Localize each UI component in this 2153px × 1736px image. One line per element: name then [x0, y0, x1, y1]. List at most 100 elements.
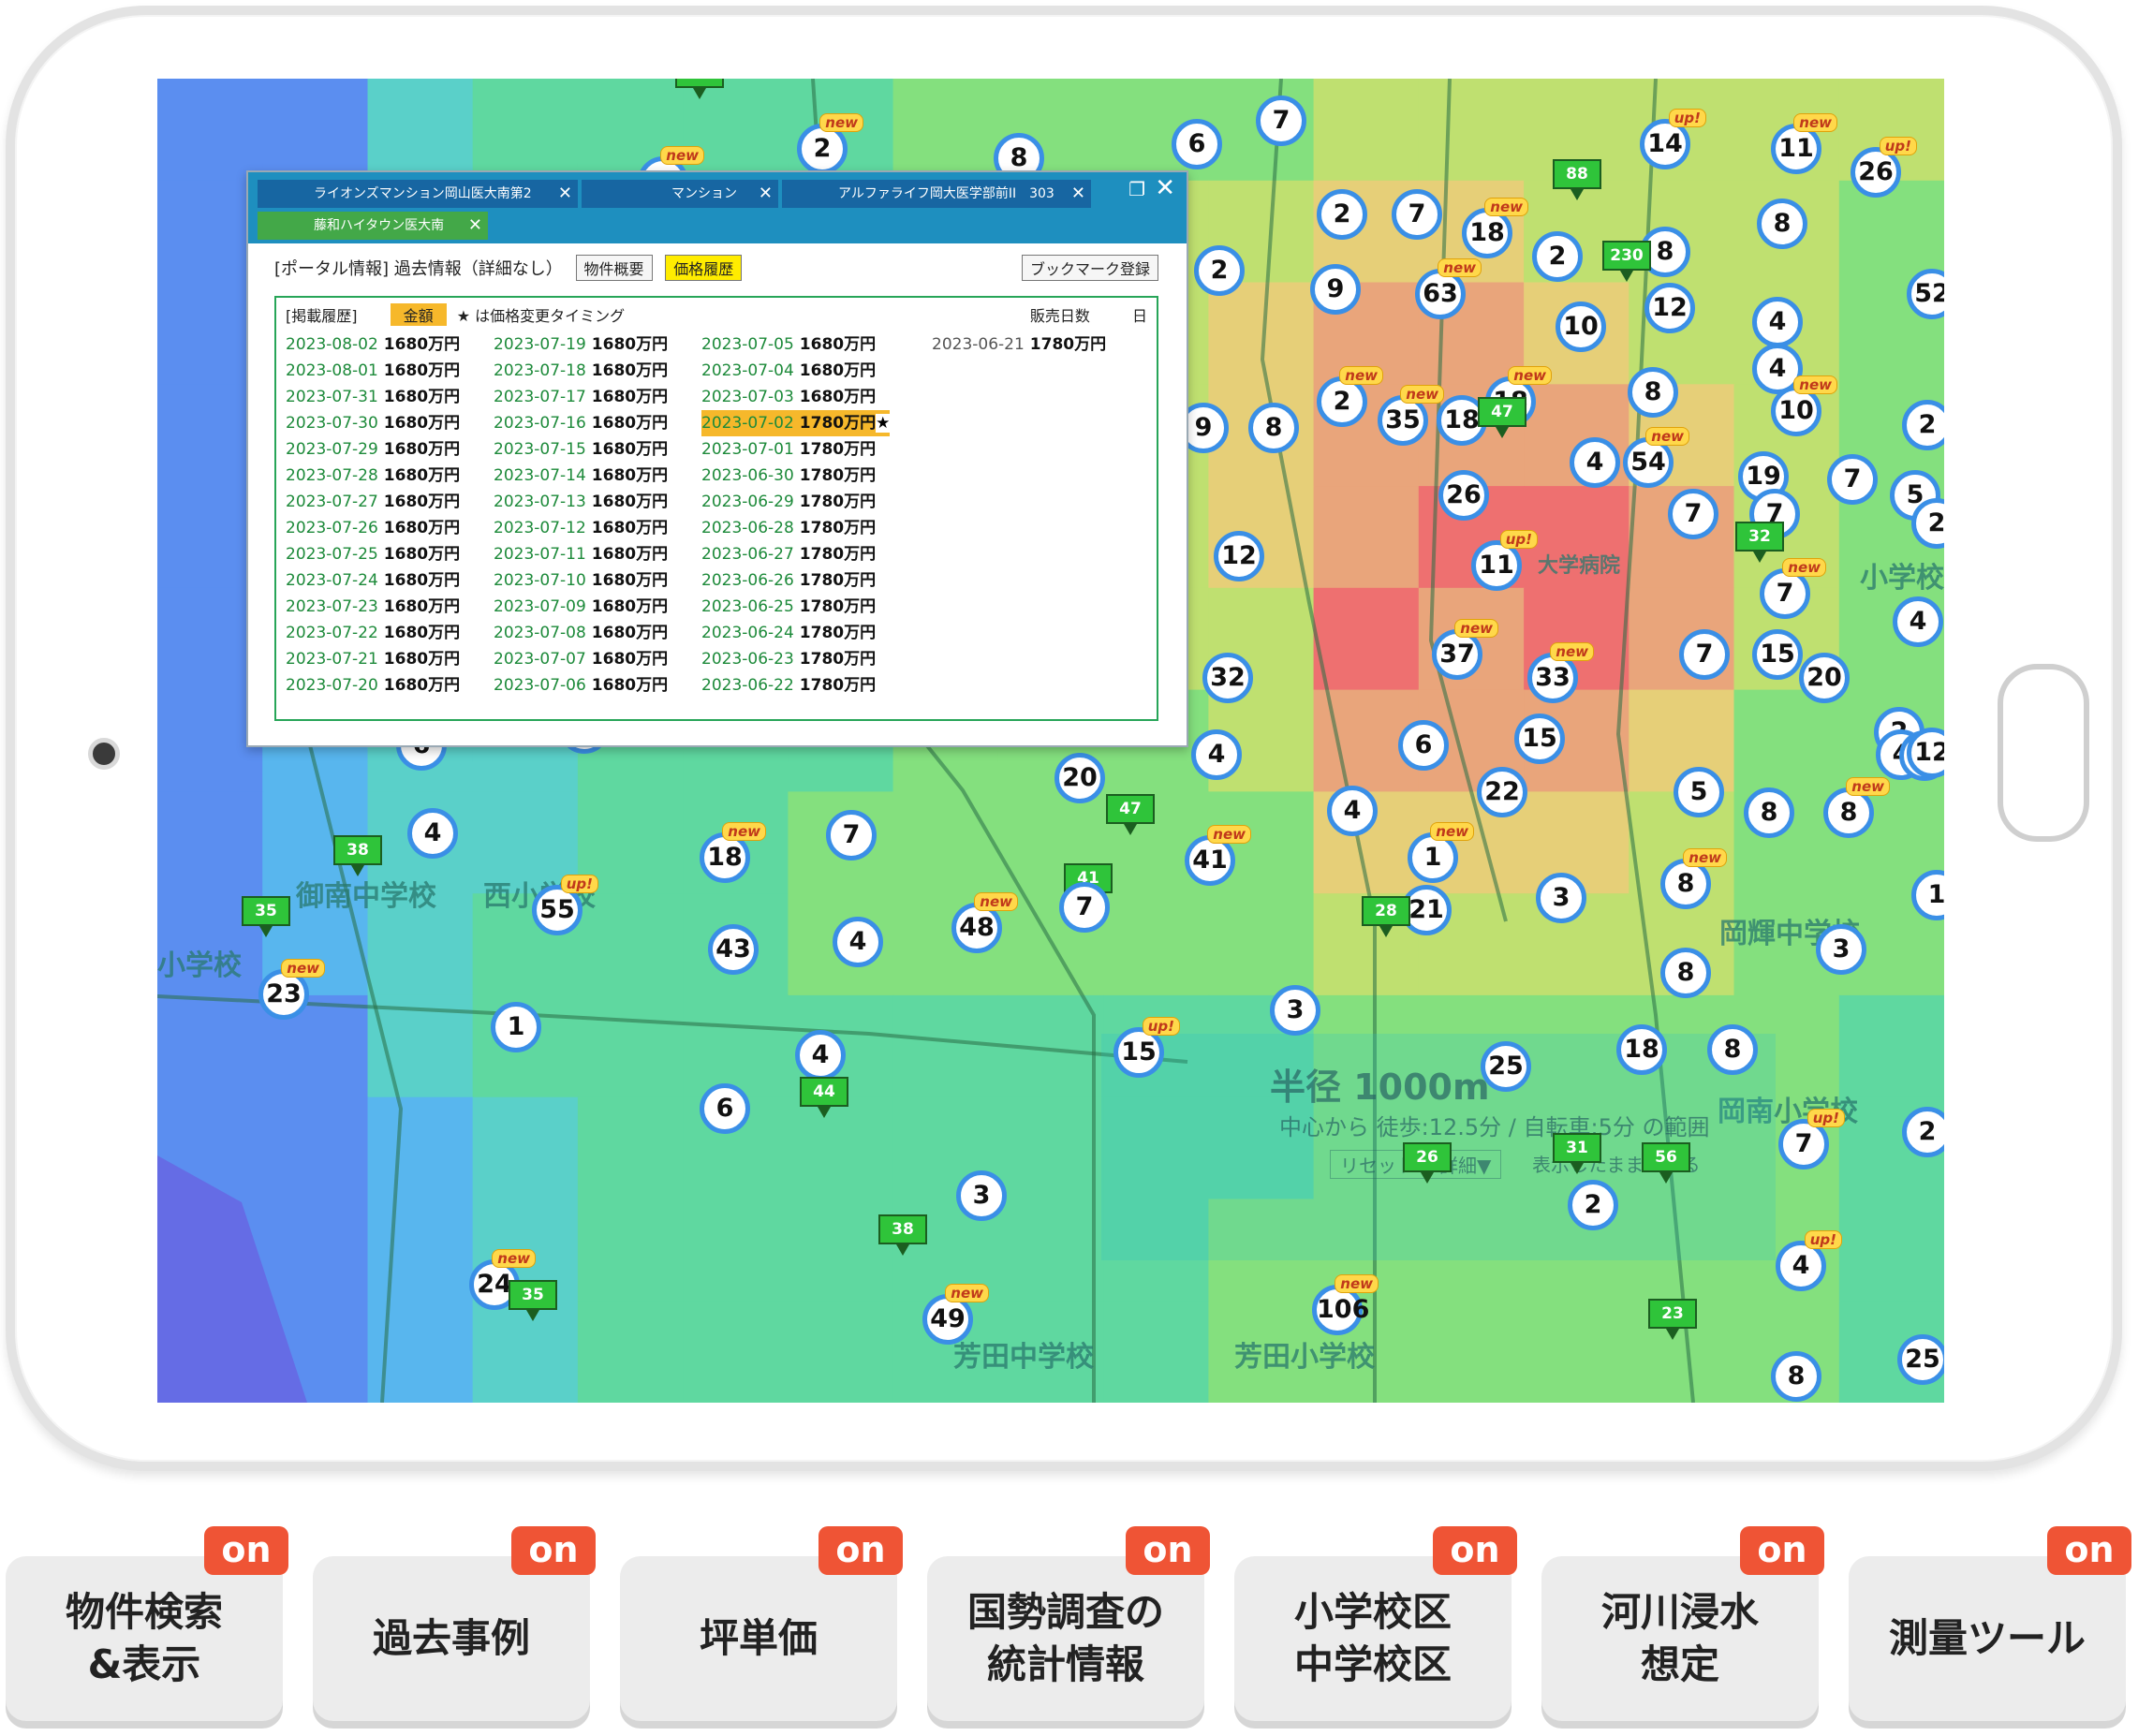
property-marker[interactable]: 7 [1256, 96, 1306, 146]
property-marker[interactable]: 12 [1214, 531, 1264, 581]
property-marker[interactable]: 106 new [1312, 1274, 1379, 1335]
property-marker[interactable]: 6 [1398, 720, 1449, 771]
property-marker[interactable]: 35 new [1378, 385, 1444, 446]
property-marker[interactable]: 11 new [1771, 113, 1837, 174]
property-marker[interactable]: 7 [826, 810, 877, 861]
property-marker[interactable]: 2 [1902, 400, 1944, 450]
property-marker[interactable]: 4 [833, 917, 883, 967]
property-marker[interactable]: 23 new [258, 959, 325, 1020]
property-marker[interactable]: 8 [1660, 948, 1711, 998]
property-marker[interactable]: 4 [407, 808, 458, 859]
property-marker[interactable]: 25 [1481, 1041, 1531, 1092]
property-marker[interactable]: 4 [1191, 729, 1242, 780]
property-marker[interactable]: 3 [956, 1170, 1007, 1221]
property-marker[interactable]: 37 new [1432, 619, 1498, 680]
price-history-button[interactable]: 価格履歴 [665, 255, 743, 281]
property-marker[interactable]: 2 new [1317, 366, 1383, 427]
listing-count-flag[interactable]: 38 [878, 1214, 927, 1256]
property-marker[interactable]: 54 new [1623, 427, 1689, 488]
property-marker[interactable]: 6 [1172, 119, 1222, 169]
property-marker[interactable]: 43 [708, 924, 759, 975]
feature-button[interactable]: 過去事例 on [313, 1526, 596, 1721]
property-marker[interactable]: 14 up! [1640, 109, 1706, 169]
property-marker[interactable]: 20 [1054, 753, 1105, 803]
popup-tab-active[interactable]: 藤和ハイタウン医大南 ✕ [258, 212, 488, 240]
property-marker[interactable]: 18 new [700, 822, 766, 883]
close-icon[interactable]: ✕ [759, 180, 773, 208]
property-marker[interactable]: 25 [1897, 1334, 1944, 1385]
property-marker[interactable]: 8 new [1660, 848, 1727, 909]
feature-button[interactable]: 河川浸水 想定 on [1541, 1526, 1824, 1721]
property-marker[interactable]: 8 [1707, 1024, 1758, 1075]
property-marker[interactable]: 4 [1752, 297, 1803, 347]
property-marker[interactable]: 33 new [1527, 642, 1594, 703]
property-marker[interactable]: 7 [1827, 454, 1878, 505]
listing-count-flag[interactable]: 31 [675, 79, 724, 99]
listing-count-flag[interactable]: 56 [1642, 1142, 1690, 1184]
property-marker[interactable]: 22 [1477, 767, 1527, 817]
property-marker[interactable]: 7 [1679, 629, 1730, 680]
property-marker[interactable]: 7 [1059, 882, 1110, 933]
property-marker[interactable]: 6 [700, 1083, 750, 1134]
close-icon[interactable]: ✕ [558, 180, 572, 208]
property-marker[interactable]: 2 new [797, 113, 863, 174]
property-marker[interactable]: 49 new [922, 1284, 989, 1345]
property-marker[interactable]: 2 [1568, 1180, 1618, 1230]
property-marker[interactable]: 12 [1644, 283, 1695, 333]
property-marker[interactable]: 8 [1757, 199, 1807, 249]
feature-button[interactable]: 測量ツール on [1849, 1526, 2131, 1721]
listing-count-flag[interactable]: 32 [1735, 522, 1784, 563]
property-marker[interactable]: 4 [1570, 437, 1620, 488]
property-marker[interactable]: 7 [1668, 489, 1718, 539]
property-marker[interactable]: 8 [1744, 787, 1794, 838]
property-marker[interactable]: 26 up! [1851, 137, 1917, 198]
overview-button[interactable]: 物件概要 [575, 255, 653, 281]
close-window-icon[interactable]: ✕ [1155, 174, 1175, 202]
property-marker[interactable]: 2 [1902, 1107, 1944, 1157]
property-marker[interactable]: 7 new [1760, 558, 1826, 619]
property-marker[interactable]: 2 [1532, 231, 1583, 282]
listing-count-flag[interactable]: 28 [1362, 896, 1410, 937]
property-marker[interactable]: 18 [1616, 1024, 1667, 1075]
property-marker[interactable]: 2 [1317, 189, 1367, 240]
property-marker[interactable]: 15 [1514, 714, 1565, 764]
property-marker[interactable]: 41 new [1185, 825, 1251, 886]
property-marker[interactable]: 55 up! [532, 875, 598, 935]
feature-button[interactable]: 国勢調査の 統計情報 on [927, 1526, 1210, 1721]
property-marker[interactable]: 8 [1771, 1351, 1821, 1402]
feature-button[interactable]: 物件検索 &表示 on [6, 1526, 288, 1721]
property-marker[interactable]: 3 [1270, 985, 1320, 1036]
property-marker[interactable]: 7 up! [1778, 1109, 1845, 1170]
listing-count-flag[interactable]: 88 [1553, 159, 1601, 200]
property-marker[interactable]: 4 [795, 1030, 846, 1081]
listing-count-flag[interactable]: 26 [1403, 1142, 1452, 1184]
property-marker[interactable]: 5 [1674, 767, 1724, 817]
listing-count-flag[interactable]: 35 [509, 1280, 557, 1321]
property-marker[interactable]: 4 [1327, 786, 1378, 836]
listing-count-flag[interactable]: 47 [1106, 794, 1155, 835]
property-marker[interactable]: 20 [1799, 653, 1850, 703]
property-marker[interactable]: 15 up! [1113, 1017, 1180, 1078]
close-icon[interactable]: ✕ [468, 212, 482, 240]
popup-tab[interactable]: ライオンズマンション岡山医大南第2 ✕ [258, 180, 578, 208]
property-marker[interactable]: 26 [1438, 470, 1489, 521]
map-screen[interactable]: 西小学校 御南中学校 小学校 芳田中学校 芳田小学校 岡輝中学校 岡南小学校 小… [157, 79, 1944, 1403]
property-marker[interactable]: 10 new [1771, 375, 1837, 436]
property-marker[interactable]: 18 new [1462, 198, 1528, 258]
property-marker[interactable]: 11 up! [1471, 530, 1538, 591]
property-marker[interactable]: 8 [1628, 367, 1678, 418]
property-marker[interactable]: 15 [1752, 629, 1803, 680]
listing-count-flag[interactable]: 35 [242, 896, 290, 937]
property-marker[interactable]: 48 new [951, 892, 1018, 953]
property-marker[interactable]: 7 [1392, 189, 1442, 240]
property-marker[interactable]: 3 [1816, 924, 1866, 975]
property-marker[interactable]: 32 [1202, 653, 1253, 703]
listing-count-flag[interactable]: 44 [800, 1077, 848, 1118]
restore-window-icon[interactable]: ❐ [1128, 178, 1145, 200]
listing-count-flag[interactable]: 47 [1478, 397, 1526, 438]
property-marker[interactable]: 8 [1248, 403, 1299, 453]
popup-tab[interactable]: アルファライフ岡大医学部前II 303 ✕ [782, 180, 1091, 208]
property-marker[interactable]: 63 new [1415, 258, 1482, 319]
property-marker[interactable]: 9 [1310, 264, 1361, 315]
property-marker[interactable]: 3 [1536, 873, 1586, 923]
